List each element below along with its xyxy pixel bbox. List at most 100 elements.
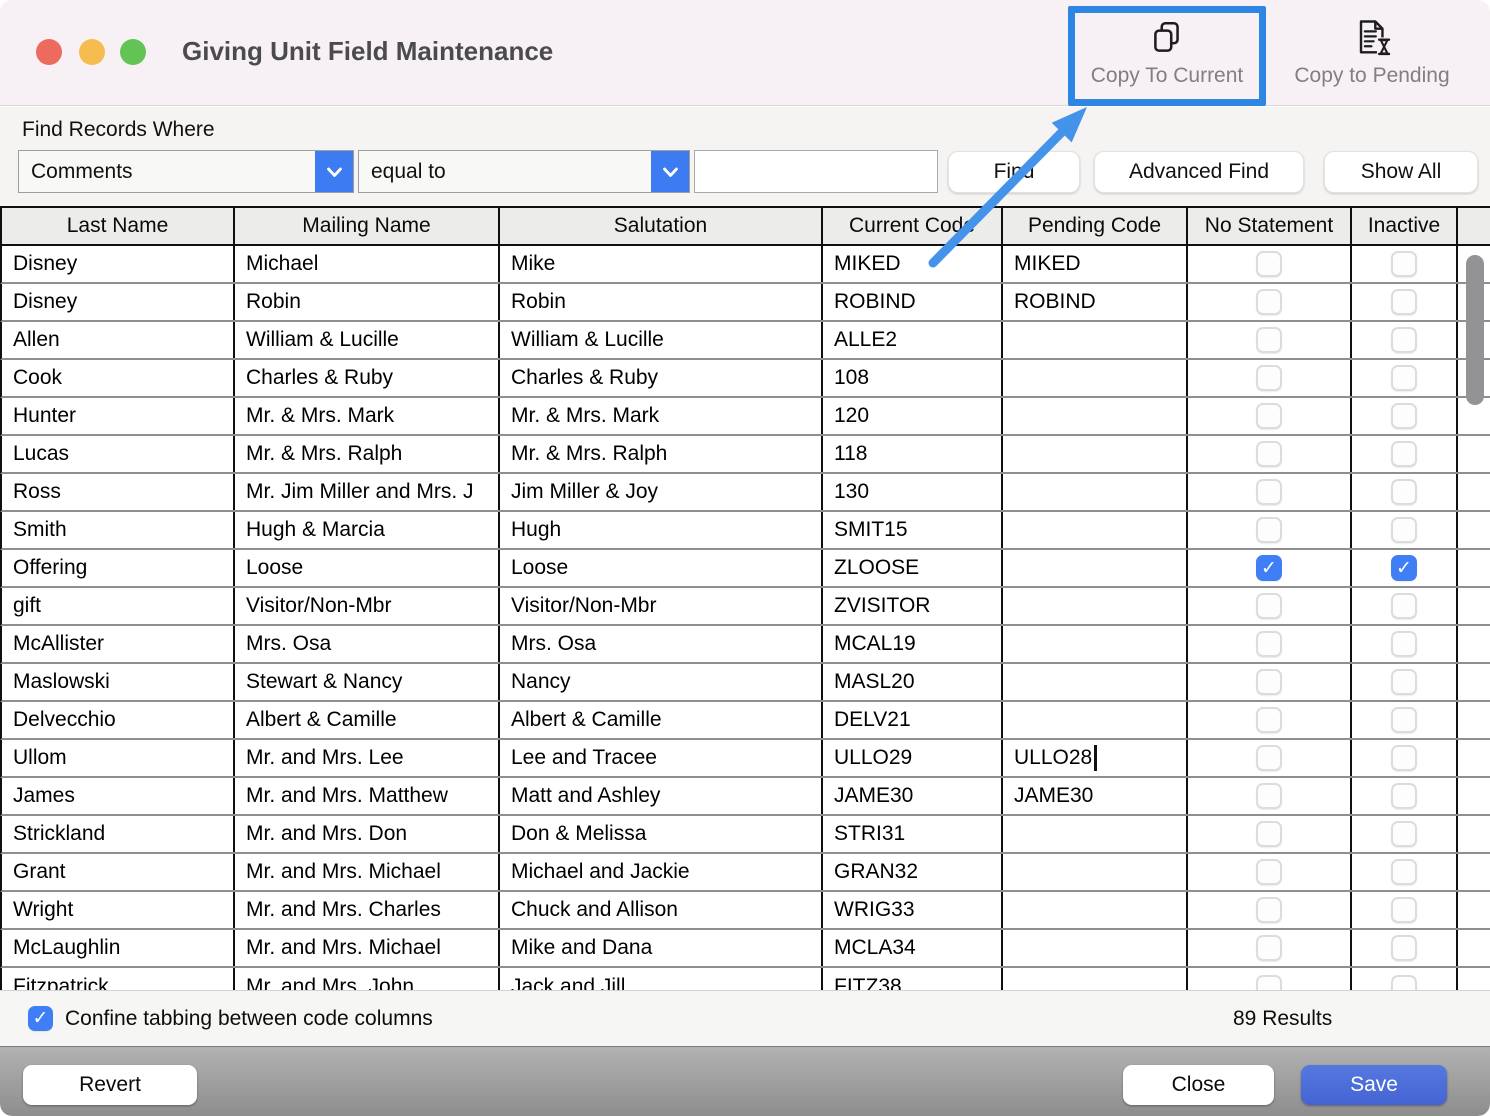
cell-last-text: Disney bbox=[13, 252, 77, 276]
cell-current[interactable]: 108 bbox=[823, 360, 1003, 396]
cell-current[interactable]: MCAL19 bbox=[823, 626, 1003, 662]
cell-current[interactable]: STRI31 bbox=[823, 816, 1003, 852]
no-statement-checkbox[interactable] bbox=[1256, 935, 1282, 961]
inactive-checkbox[interactable] bbox=[1391, 975, 1417, 990]
no-statement-checkbox[interactable] bbox=[1256, 707, 1282, 733]
no-statement-checkbox[interactable] bbox=[1256, 975, 1282, 990]
operator-dropdown[interactable]: equal to bbox=[358, 150, 690, 193]
search-input[interactable] bbox=[694, 150, 938, 193]
no-statement-checkbox[interactable] bbox=[1256, 555, 1282, 581]
cell-pending[interactable]: ROBIND bbox=[1003, 284, 1188, 320]
cell-pending[interactable] bbox=[1003, 512, 1188, 548]
cell-pending[interactable] bbox=[1003, 436, 1188, 472]
cell-pending[interactable] bbox=[1003, 930, 1188, 966]
inactive-checkbox[interactable] bbox=[1391, 289, 1417, 315]
cell-current[interactable]: DELV21 bbox=[823, 702, 1003, 738]
copy-to-pending-button[interactable]: Copy to Pending bbox=[1277, 10, 1467, 100]
no-statement-checkbox[interactable] bbox=[1256, 745, 1282, 771]
cell-pending[interactable] bbox=[1003, 322, 1188, 358]
no-statement-checkbox[interactable] bbox=[1256, 479, 1282, 505]
cell-pending[interactable] bbox=[1003, 702, 1188, 738]
cell-current[interactable]: JAME30 bbox=[823, 778, 1003, 814]
inactive-checkbox[interactable] bbox=[1391, 403, 1417, 429]
inactive-checkbox[interactable] bbox=[1391, 327, 1417, 353]
inactive-checkbox[interactable] bbox=[1391, 897, 1417, 923]
cell-current[interactable]: ULLO29 bbox=[823, 740, 1003, 776]
cell-pending[interactable] bbox=[1003, 664, 1188, 700]
cell-pending[interactable]: MIKED bbox=[1003, 246, 1188, 282]
find-button[interactable]: Find bbox=[948, 151, 1080, 193]
inactive-checkbox[interactable] bbox=[1391, 441, 1417, 467]
cell-current[interactable]: ROBIND bbox=[823, 284, 1003, 320]
show-all-button[interactable]: Show All bbox=[1324, 151, 1478, 193]
cell-pending[interactable] bbox=[1003, 816, 1188, 852]
no-statement-checkbox[interactable] bbox=[1256, 669, 1282, 695]
cell-pending[interactable] bbox=[1003, 626, 1188, 662]
no-statement-checkbox[interactable] bbox=[1256, 859, 1282, 885]
cell-salutation-text: Charles & Ruby bbox=[511, 366, 658, 390]
inactive-checkbox[interactable] bbox=[1391, 859, 1417, 885]
cell-current[interactable]: MIKED bbox=[823, 246, 1003, 282]
close-button[interactable]: Close bbox=[1123, 1065, 1274, 1105]
cell-current[interactable]: FITZ38 bbox=[823, 968, 1003, 990]
revert-button[interactable]: Revert bbox=[23, 1065, 197, 1105]
cell-current[interactable]: MCLA34 bbox=[823, 930, 1003, 966]
cell-current[interactable]: ZLOOSE bbox=[823, 550, 1003, 586]
inactive-checkbox[interactable] bbox=[1391, 783, 1417, 809]
inactive-checkbox[interactable] bbox=[1391, 631, 1417, 657]
inactive-checkbox[interactable] bbox=[1391, 517, 1417, 543]
cell-current[interactable]: 118 bbox=[823, 436, 1003, 472]
cell-pending[interactable] bbox=[1003, 360, 1188, 396]
cell-current[interactable]: SMIT15 bbox=[823, 512, 1003, 548]
cell-pending[interactable] bbox=[1003, 968, 1188, 990]
field-dropdown[interactable]: Comments bbox=[18, 150, 354, 193]
inactive-checkbox[interactable] bbox=[1391, 365, 1417, 391]
cell-current[interactable]: 130 bbox=[823, 474, 1003, 510]
no-statement-checkbox[interactable] bbox=[1256, 783, 1282, 809]
cell-pending[interactable] bbox=[1003, 398, 1188, 434]
inactive-checkbox[interactable] bbox=[1391, 479, 1417, 505]
inactive-checkbox[interactable] bbox=[1391, 821, 1417, 847]
no-statement-checkbox[interactable] bbox=[1256, 517, 1282, 543]
no-statement-checkbox[interactable] bbox=[1256, 441, 1282, 467]
cell-no-statement bbox=[1188, 550, 1352, 586]
column-header: Salutation bbox=[500, 208, 823, 244]
cell-current[interactable]: GRAN32 bbox=[823, 854, 1003, 890]
no-statement-checkbox[interactable] bbox=[1256, 403, 1282, 429]
cell-pending[interactable] bbox=[1003, 588, 1188, 624]
no-statement-checkbox[interactable] bbox=[1256, 289, 1282, 315]
confine-tabbing-checkbox[interactable] bbox=[28, 1006, 53, 1031]
inactive-checkbox[interactable] bbox=[1391, 251, 1417, 277]
copy-to-current-button[interactable]: Copy To Current bbox=[1072, 10, 1262, 100]
no-statement-checkbox[interactable] bbox=[1256, 631, 1282, 657]
inactive-checkbox[interactable] bbox=[1391, 669, 1417, 695]
cell-current[interactable]: 120 bbox=[823, 398, 1003, 434]
cell-pending[interactable]: ULLO28 bbox=[1003, 740, 1188, 776]
cell-pending[interactable] bbox=[1003, 550, 1188, 586]
inactive-checkbox[interactable] bbox=[1391, 555, 1417, 581]
save-button[interactable]: Save bbox=[1301, 1065, 1447, 1105]
inactive-checkbox[interactable] bbox=[1391, 935, 1417, 961]
cell-current[interactable]: ALLE2 bbox=[823, 322, 1003, 358]
no-statement-checkbox[interactable] bbox=[1256, 821, 1282, 847]
traffic-zoom-button[interactable] bbox=[120, 39, 146, 65]
no-statement-checkbox[interactable] bbox=[1256, 365, 1282, 391]
vertical-scrollbar-thumb[interactable] bbox=[1466, 255, 1484, 405]
no-statement-checkbox[interactable] bbox=[1256, 593, 1282, 619]
inactive-checkbox[interactable] bbox=[1391, 745, 1417, 771]
inactive-checkbox[interactable] bbox=[1391, 593, 1417, 619]
no-statement-checkbox[interactable] bbox=[1256, 327, 1282, 353]
traffic-minimize-button[interactable] bbox=[79, 39, 105, 65]
advanced-find-button[interactable]: Advanced Find bbox=[1094, 151, 1304, 193]
cell-pending[interactable] bbox=[1003, 892, 1188, 928]
cell-pending[interactable]: JAME30 bbox=[1003, 778, 1188, 814]
no-statement-checkbox[interactable] bbox=[1256, 251, 1282, 277]
cell-current[interactable]: ZVISITOR bbox=[823, 588, 1003, 624]
cell-current[interactable]: WRIG33 bbox=[823, 892, 1003, 928]
cell-pending[interactable] bbox=[1003, 474, 1188, 510]
cell-current[interactable]: MASL20 bbox=[823, 664, 1003, 700]
cell-pending[interactable] bbox=[1003, 854, 1188, 890]
inactive-checkbox[interactable] bbox=[1391, 707, 1417, 733]
traffic-close-button[interactable] bbox=[36, 39, 62, 65]
no-statement-checkbox[interactable] bbox=[1256, 897, 1282, 923]
